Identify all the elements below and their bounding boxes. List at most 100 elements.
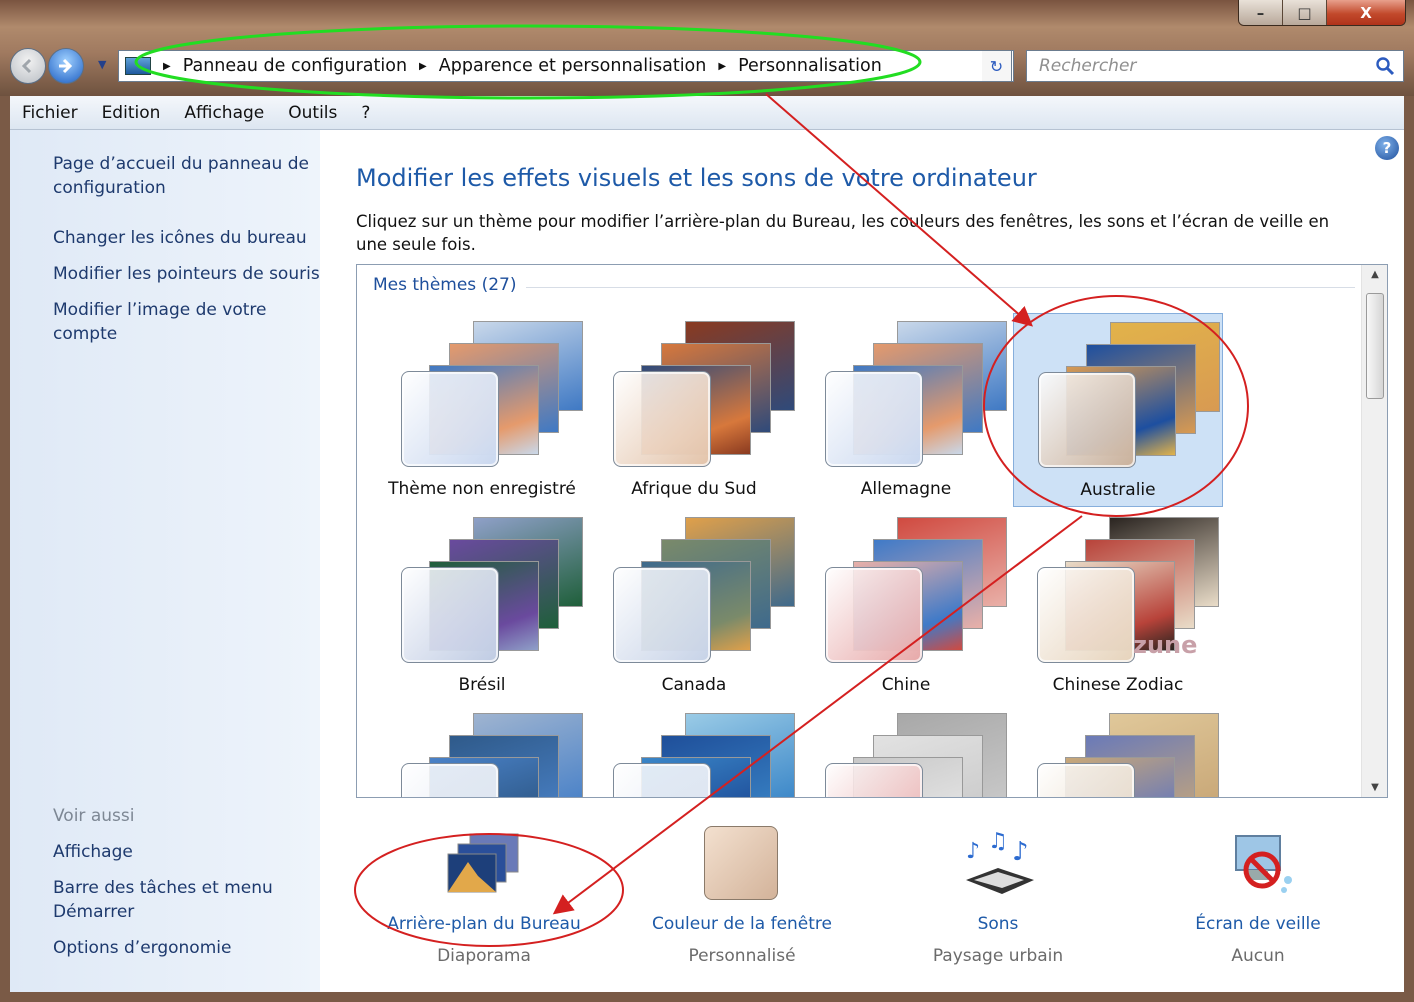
- group-divider: [517, 287, 1355, 288]
- forward-button[interactable]: [48, 48, 84, 84]
- theme-preview: [377, 705, 587, 797]
- menu-help[interactable]: ?: [361, 103, 370, 123]
- navigation-bar: ▼ ▶ Panneau de configuration ▶ Apparence…: [10, 44, 1404, 88]
- theme-tile[interactable]: Thème non enregistré: [377, 313, 587, 507]
- close-button[interactable]: X: [1327, 0, 1405, 25]
- vertical-scrollbar[interactable]: ▲ ▼: [1361, 265, 1387, 797]
- theme-name: Brésil: [458, 675, 506, 695]
- window-color-icon: [704, 826, 778, 900]
- menu-bar: Fichier Edition Affichage Outils ?: [10, 96, 1404, 130]
- scroll-up-icon[interactable]: ▲: [1362, 269, 1387, 280]
- menu-edit[interactable]: Edition: [102, 103, 161, 123]
- address-bar[interactable]: ▶ Panneau de configuration ▶ Apparence e…: [118, 50, 1014, 82]
- sidebar-link-display[interactable]: Affichage: [53, 840, 133, 864]
- theme-glass-color: [401, 567, 499, 663]
- theme-tile[interactable]: [801, 705, 1011, 797]
- arrow-right-icon: [59, 58, 73, 74]
- sidebar-link-ease-of-access[interactable]: Options d’ergonomie: [53, 936, 231, 960]
- theme-tile[interactable]: [1013, 705, 1223, 797]
- search-input[interactable]: Rechercher: [1026, 50, 1404, 82]
- refresh-icon: ↻: [989, 56, 1004, 76]
- theme-tile[interactable]: [589, 705, 799, 797]
- theme-settings: Arrière-plan du Bureau Diaporama Couleur…: [320, 820, 1404, 990]
- theme-preview: [801, 509, 1011, 669]
- screensaver-option[interactable]: Écran de veille Aucun: [1148, 820, 1368, 990]
- window-color-option[interactable]: Couleur de la fenêtre Personnalisé: [632, 820, 852, 990]
- screensaver-value: Aucun: [1231, 946, 1285, 966]
- theme-name: Australie: [1080, 480, 1156, 500]
- scroll-down-icon[interactable]: ▼: [1362, 782, 1387, 793]
- desktop-background-icon: [447, 833, 519, 893]
- svg-text:♪: ♪: [1012, 837, 1029, 867]
- sidebar-link-account-picture[interactable]: Modifier l’image de votre compte: [53, 298, 283, 346]
- breadcrumb-separator-icon[interactable]: ▶: [163, 61, 171, 72]
- back-button[interactable]: [10, 48, 46, 84]
- main-content: ? Modifier les effets visuels et les son…: [320, 130, 1404, 992]
- refresh-button[interactable]: ↻: [982, 50, 1012, 82]
- theme-tile[interactable]: Chine: [801, 509, 1011, 703]
- theme-name: Chine: [881, 675, 931, 695]
- theme-name: Afrique du Sud: [631, 479, 757, 499]
- page-description: Cliquez sur un thème pour modifier l’arr…: [356, 212, 1330, 254]
- scroll-thumb[interactable]: [1366, 293, 1384, 399]
- theme-glass-color: [825, 567, 923, 663]
- group-title[interactable]: Mes thèmes (27): [373, 275, 527, 295]
- search-icon[interactable]: [1375, 56, 1395, 76]
- window-frame-bottom: [0, 992, 1414, 1002]
- menu-view[interactable]: Affichage: [184, 103, 264, 123]
- theme-tile[interactable]: Afrique du Sud: [589, 313, 799, 507]
- theme-tile[interactable]: Australie: [1013, 313, 1223, 507]
- theme-tile[interactable]: Allemagne: [801, 313, 1011, 507]
- desktop-background-value: Diaporama: [437, 946, 531, 966]
- control-panel-icon: [125, 57, 151, 75]
- see-also-heading: Voir aussi: [53, 806, 135, 826]
- svg-text:♫: ♫: [988, 830, 1008, 854]
- sidebar-link-mouse-pointers[interactable]: Modifier les pointeurs de souris: [53, 262, 320, 286]
- desktop-background-option[interactable]: Arrière-plan du Bureau Diaporama: [374, 820, 594, 990]
- theme-glass-color: [825, 763, 923, 797]
- sidebar-link-control-panel-home[interactable]: Page d’accueil du panneau de configurati…: [53, 152, 313, 200]
- menu-file[interactable]: Fichier: [22, 103, 78, 123]
- breadcrumb-personalization[interactable]: Personnalisation: [738, 56, 882, 76]
- theme-tile[interactable]: Chinese Zodiac zune: [1013, 509, 1223, 703]
- history-dropdown-icon[interactable]: ▼: [98, 58, 106, 71]
- search-placeholder: Rechercher: [1039, 56, 1137, 76]
- screensaver-label[interactable]: Écran de veille: [1148, 914, 1368, 934]
- theme-tile[interactable]: [377, 705, 587, 797]
- theme-glass-color: [1037, 567, 1135, 663]
- sounds-value: Paysage urbain: [932, 946, 1064, 966]
- theme-glass-color: [1037, 763, 1135, 797]
- breadcrumb-control-panel[interactable]: Panneau de configuration: [183, 56, 407, 76]
- theme-tile[interactable]: Brésil: [377, 509, 587, 703]
- theme-preview: [589, 705, 799, 797]
- theme-preview: [377, 313, 587, 473]
- maximize-button[interactable]: □: [1283, 0, 1327, 25]
- theme-name: Canada: [661, 675, 727, 695]
- theme-preview: [589, 313, 799, 473]
- menu-tools[interactable]: Outils: [288, 103, 337, 123]
- theme-tile[interactable]: Canada: [589, 509, 799, 703]
- breadcrumb-appearance[interactable]: Apparence et personnalisation: [439, 56, 707, 76]
- theme-list: Mes thèmes (27) Thème non enregistré Afri…: [356, 264, 1388, 798]
- desktop-background-label[interactable]: Arrière-plan du Bureau: [374, 914, 594, 934]
- task-pane: Page d’accueil du panneau de configurati…: [10, 130, 320, 992]
- zune-watermark: zune: [1133, 631, 1198, 659]
- sidebar-link-taskbar[interactable]: Barre des tâches et menu Démarrer: [53, 876, 283, 924]
- window-color-value: Personnalisé: [688, 946, 796, 966]
- theme-glass-color: [1038, 372, 1136, 468]
- breadcrumb-separator-icon[interactable]: ▶: [718, 61, 726, 72]
- window-titlebar: – □ X ▼ ▶ Panneau de configuration ▶ App…: [0, 0, 1414, 96]
- sidebar-link-desktop-icons[interactable]: Changer les icônes du bureau: [53, 226, 307, 250]
- help-icon[interactable]: ?: [1375, 136, 1399, 160]
- theme-preview: [1013, 705, 1223, 797]
- theme-name: Allemagne: [860, 479, 952, 499]
- window-color-label[interactable]: Couleur de la fenêtre: [632, 914, 852, 934]
- sounds-label[interactable]: Sons: [888, 914, 1108, 934]
- theme-preview: [377, 509, 587, 669]
- minimize-button[interactable]: –: [1239, 0, 1283, 25]
- window-frame-right: [1404, 96, 1414, 1002]
- breadcrumb-separator-icon[interactable]: ▶: [419, 61, 427, 72]
- sounds-option[interactable]: ♪ ♫ ♪ Sons Paysage urbain: [888, 820, 1108, 990]
- window-frame-left: [0, 96, 10, 1002]
- theme-preview: [801, 313, 1011, 473]
